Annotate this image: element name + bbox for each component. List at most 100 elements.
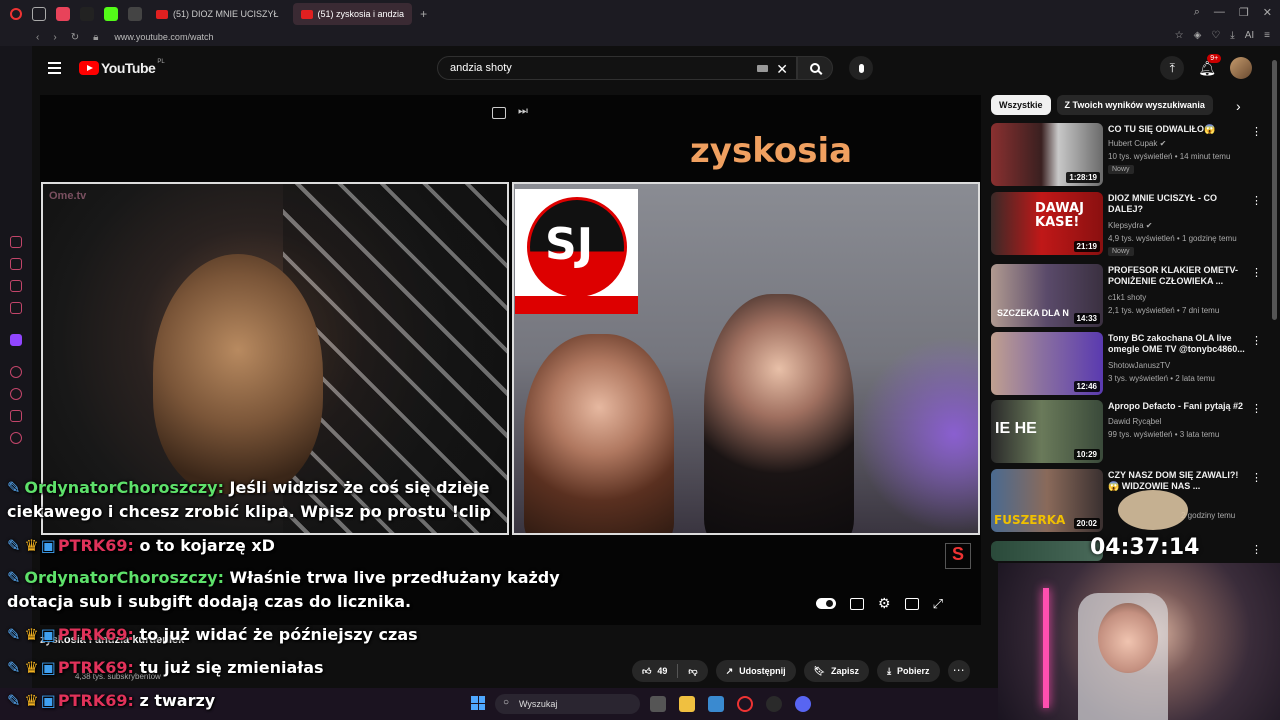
- maximize-icon[interactable]: ❐: [1239, 6, 1249, 19]
- tab-zyskosia[interactable]: (51) zyskosia i andzia: [292, 3, 413, 25]
- search-input[interactable]: [438, 57, 738, 79]
- next-video-icon[interactable]: ⏭: [518, 105, 528, 118]
- more-actions-button[interactable]: ⋯: [947, 660, 970, 682]
- video-title[interactable]: CO TU SIĘ ODWALIŁO😱: [1108, 124, 1248, 135]
- clear-search-icon[interactable]: ✕: [776, 61, 788, 78]
- ai-button[interactable]: AI: [1245, 30, 1254, 41]
- channel-name[interactable]: Klepsydra ✔: [1108, 221, 1153, 230]
- upload-button[interactable]: ⤒: [1160, 56, 1185, 80]
- video-title[interactable]: DIOZ MNIE UCISZYŁ - CO DALEJ?: [1108, 193, 1248, 215]
- sidebar-history-icon[interactable]: [10, 236, 22, 248]
- tiktok-icon[interactable]: [80, 7, 94, 21]
- video-title[interactable]: Tony BC zakochana OLA live omegle OME TV…: [1108, 333, 1248, 355]
- menu-icon[interactable]: ≡: [1264, 30, 1270, 41]
- bookmark-icon[interactable]: ☆: [1175, 30, 1184, 41]
- recommendation-item[interactable]: 12:46 Tony BC zakochana OLA live omegle …: [991, 332, 1262, 396]
- youtube-logo[interactable]: YouTube PL: [79, 59, 165, 76]
- video-thumbnail[interactable]: IE HE 10:29: [991, 400, 1103, 463]
- recommendation-item[interactable]: DAWAJ KASE! 21:19 DIOZ MNIE UCISZYŁ - CO…: [991, 192, 1262, 256]
- video-title[interactable]: CZY NASZ DOM SIĘ ZAWALI?! 😱 WIDZOWIE NAS…: [1108, 470, 1248, 492]
- channel-name[interactable]: c1k1 shoty: [1108, 293, 1146, 302]
- more-options-icon[interactable]: ⋮: [1251, 266, 1262, 279]
- search-button[interactable]: [797, 56, 833, 80]
- search-tabs-icon[interactable]: ⌕: [1194, 6, 1200, 19]
- share-button[interactable]: ↗ Udostępnij: [715, 660, 796, 682]
- video-duration: 12:46: [1073, 381, 1100, 392]
- more-options-icon[interactable]: ⋮: [1251, 125, 1262, 138]
- more-options-icon[interactable]: ⋮: [1251, 543, 1262, 556]
- video-thumbnail[interactable]: SZCZEKA DLA N 14:33: [991, 264, 1103, 327]
- chip-search-results[interactable]: Z Twoich wyników wyszukiwania: [1056, 95, 1213, 115]
- sidebar-notes-icon[interactable]: [10, 280, 22, 292]
- more-options-icon[interactable]: ⋮: [1251, 402, 1262, 415]
- sidebar-cube-icon[interactable]: [10, 410, 22, 422]
- download-button[interactable]: ⤓ Pobierz: [877, 660, 940, 682]
- video-thumbnail[interactable]: FUSZERKA 20:02: [991, 469, 1103, 532]
- notification-badge: 9+: [1207, 53, 1222, 63]
- like-button[interactable]: 👍︎ 49 👎︎: [632, 660, 708, 682]
- steam-icon[interactable]: [766, 696, 782, 712]
- channel-watermark-icon[interactable]: S: [945, 543, 971, 569]
- sidebar-clock-icon[interactable]: [10, 388, 22, 400]
- forward-icon[interactable]: ›: [53, 32, 56, 43]
- pinned-tab-icon[interactable]: [128, 7, 142, 21]
- video-thumbnail[interactable]: [991, 541, 1103, 561]
- tab-dioz[interactable]: (51) DIOZ MNIE UCISZYŁ: [148, 3, 287, 25]
- scrollbar[interactable]: [1272, 60, 1277, 320]
- autoplay-toggle[interactable]: [816, 598, 836, 609]
- sidebar-settings-icon[interactable]: [10, 432, 22, 444]
- video-thumbnail[interactable]: DAWAJ KASE! 21:19: [991, 192, 1103, 255]
- hamburger-menu-icon[interactable]: [48, 62, 61, 77]
- file-explorer-icon[interactable]: [679, 696, 695, 712]
- fullscreen-icon[interactable]: ⤢: [933, 596, 943, 612]
- channel-name[interactable]: ShotowJanuszTV: [1108, 361, 1170, 370]
- windows-start-icon[interactable]: [471, 696, 485, 710]
- chevron-right-icon[interactable]: ›: [1236, 98, 1241, 114]
- sidebar-bag-icon[interactable]: [10, 258, 22, 270]
- recommendation-item[interactable]: 1:28:19 CO TU SIĘ ODWALIŁO😱 Hubert Cupak…: [991, 123, 1262, 187]
- voice-search-button[interactable]: [849, 56, 873, 80]
- heart-icon[interactable]: ♡: [1211, 30, 1220, 41]
- chip-all[interactable]: Wszystkie: [991, 95, 1051, 115]
- sidebar-player-icon[interactable]: [10, 366, 22, 378]
- download-icon[interactable]: ⤓: [1230, 30, 1234, 41]
- more-options-icon[interactable]: ⋮: [1251, 471, 1262, 484]
- extensions-icon[interactable]: ◈: [1194, 30, 1202, 41]
- new-tab-button[interactable]: +: [420, 7, 427, 21]
- avatar[interactable]: [1230, 57, 1252, 79]
- taskbar-search[interactable]: Wyszukaj: [495, 694, 640, 714]
- discord-icon[interactable]: [795, 696, 811, 712]
- task-view-icon[interactable]: [650, 696, 666, 712]
- video-title[interactable]: Apropo Defacto - Fani pytają #2: [1108, 401, 1248, 412]
- recommendation-item[interactable]: IE HE 10:29 Apropo Defacto - Fani pytają…: [991, 400, 1262, 464]
- video-title[interactable]: PROFESOR KLAKIER OMETV- PONIŻENIE CZŁOWI…: [1108, 265, 1248, 287]
- miniplayer-icon[interactable]: [492, 107, 506, 119]
- opera-logo-icon[interactable]: [10, 8, 22, 20]
- theater-mode-icon[interactable]: [904, 597, 919, 610]
- store-icon[interactable]: [708, 696, 724, 712]
- sidebar-twitch-icon[interactable]: [10, 334, 22, 346]
- notifications-button[interactable]: 🔔︎ 9+: [1198, 53, 1222, 77]
- thumbs-down-icon[interactable]: 👎︎: [688, 666, 697, 677]
- more-options-icon[interactable]: ⋮: [1251, 334, 1262, 347]
- kick-icon[interactable]: [104, 7, 118, 21]
- tab-overview-icon[interactable]: [32, 7, 46, 21]
- save-button[interactable]: 🔖︎ Zapisz: [803, 660, 870, 682]
- opera-taskbar-icon[interactable]: [737, 696, 753, 712]
- back-icon[interactable]: ‹: [36, 32, 39, 43]
- reload-icon[interactable]: ↻: [71, 32, 79, 43]
- video-thumbnail[interactable]: 12:46: [991, 332, 1103, 395]
- keyboard-icon[interactable]: [757, 65, 768, 72]
- channel-name[interactable]: Hubert Cupak ✔: [1108, 139, 1166, 148]
- recommendation-item[interactable]: SZCZEKA DLA N 14:33 PROFESOR KLAKIER OME…: [991, 264, 1262, 328]
- channel-name[interactable]: Dawid Rycąbel: [1108, 417, 1161, 426]
- settings-gear-icon[interactable]: ⚙: [878, 595, 891, 612]
- subtitles-icon[interactable]: [850, 597, 864, 610]
- minimize-icon[interactable]: —: [1214, 6, 1225, 19]
- music-app-icon[interactable]: [56, 7, 70, 21]
- video-thumbnail[interactable]: 1:28:19: [991, 123, 1103, 186]
- more-options-icon[interactable]: ⋮: [1251, 194, 1262, 207]
- sidebar-messenger-icon[interactable]: [10, 302, 22, 314]
- close-icon[interactable]: ✕: [1263, 6, 1272, 19]
- url-field[interactable]: www.youtube.com/watch: [114, 32, 213, 42]
